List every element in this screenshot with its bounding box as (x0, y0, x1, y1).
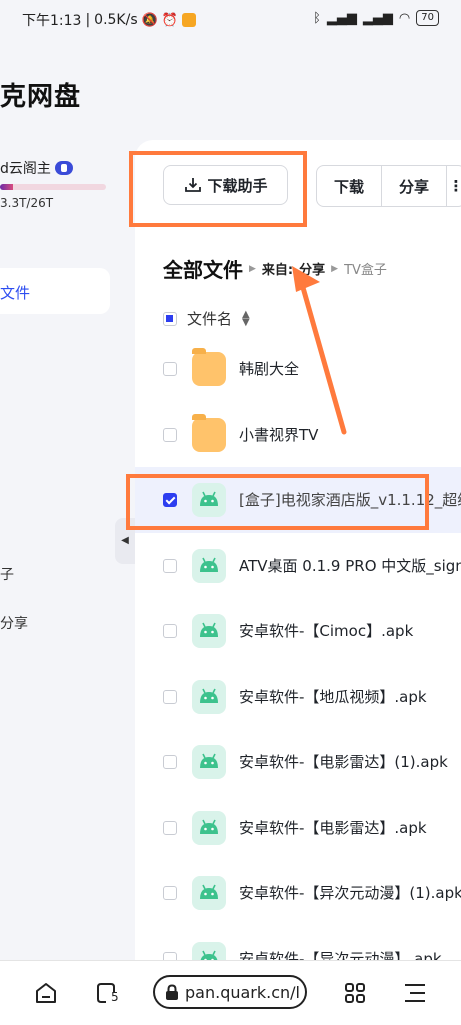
file-row[interactable]: 安卓软件-【Cimoc】.apk (135, 598, 461, 664)
signal-icon-2: ▂▄▆ (362, 10, 393, 26)
annotation-arrow (292, 266, 347, 435)
wifi-icon: ◠ (398, 10, 411, 26)
sidebar-item-label: 文件 (0, 284, 31, 302)
sidebar-item-share[interactable]: 分享 (0, 613, 28, 633)
column-header-name[interactable]: 文件名 (187, 308, 232, 329)
tab-count: 5 (111, 990, 119, 1004)
mute-icon: 🔕 (141, 12, 158, 28)
bluetooth-icon: ᛒ (313, 10, 321, 26)
android-apk-icon (192, 810, 226, 845)
highlight-box (129, 151, 307, 227)
file-row[interactable]: 安卓软件-【电影雷达】(1).apk (135, 729, 461, 795)
android-apk-icon (192, 679, 226, 714)
sidebar-item-files[interactable]: 文件 (0, 268, 110, 314)
android-apk-icon (192, 876, 226, 910)
file-row[interactable]: 安卓软件-【地瓜视频】.apk (135, 664, 461, 730)
android-apk-icon (192, 614, 226, 648)
storage-text: 3.3T/26T (0, 196, 54, 210)
vip-badge-icon (54, 161, 73, 175)
android-apk-icon (192, 745, 226, 779)
row-checkbox[interactable] (163, 362, 177, 376)
app-title: 克网盘 (0, 82, 82, 112)
highlight-box (126, 474, 429, 530)
file-name: 安卓软件-【地瓜视频】.apk (239, 687, 427, 706)
app-notification-icon (182, 13, 197, 27)
signal-icon: ▂▄▆ (326, 10, 357, 26)
file-name: 安卓软件-【电影雷达】.apk (239, 818, 427, 837)
folder-icon (192, 413, 226, 452)
sidebar-item-tv-box[interactable]: 子 (0, 564, 14, 584)
row-checkbox[interactable] (163, 624, 177, 638)
user-name[interactable]: d云阁主 (0, 158, 73, 178)
alarm-icon: ⏰ (161, 12, 179, 28)
file-row[interactable]: 安卓软件-【电影雷达】.apk (135, 795, 461, 861)
row-checkbox[interactable] (163, 427, 177, 442)
file-name: ATV桌面 0.1.9 PRO 中文版_sign (239, 556, 461, 575)
sort-icon[interactable]: ▲ ▼ (242, 309, 250, 327)
row-checkbox[interactable] (163, 689, 177, 704)
browser-bottom-bar: 5 pan.quark.cn/l (0, 960, 461, 1025)
share-button[interactable]: 分享 (382, 166, 447, 206)
android-apk-icon (192, 548, 226, 583)
breadcrumb-root[interactable]: 全部文件 (163, 254, 243, 283)
file-name: 安卓软件-【Cimoc】.apk (239, 622, 414, 640)
more-button[interactable]: ⋮ (447, 166, 461, 206)
file-name: 安卓软件-【电影雷达】(1).apk (239, 753, 448, 771)
network-speed: 0.5K/s (94, 12, 138, 28)
chevron-right-icon: ▶ (249, 263, 256, 274)
status-time: 下午1:13 (22, 13, 82, 29)
file-row[interactable]: ATV桌面 0.1.9 PRO 中文版_sign (135, 533, 461, 599)
lock-icon (166, 984, 178, 1000)
url-text: pan.quark.cn/l (185, 982, 300, 1002)
row-checkbox[interactable] (163, 886, 177, 900)
menu-icon[interactable] (403, 981, 429, 1005)
apps-grid-icon[interactable] (343, 981, 367, 1005)
select-all-checkbox[interactable] (163, 311, 177, 326)
list-header: 文件名 ▲ ▼ (163, 308, 250, 329)
storage-bar (0, 184, 106, 190)
storage-bar-fill (0, 184, 14, 190)
file-row[interactable]: 安卓软件-【异次元动漫】(1).apk (135, 860, 461, 926)
address-bar[interactable]: pan.quark.cn/l (153, 975, 307, 1009)
battery-icon: 70 (416, 10, 439, 26)
row-checkbox[interactable] (163, 820, 177, 835)
download-button[interactable]: 下载 (317, 166, 382, 206)
status-bar: 下午1:13 | 0.5K/s 🔕 ⏰ ᛒ ▂▄▆ ▂▄▆ ◠ 70 (0, 0, 461, 40)
folder-icon (192, 348, 226, 386)
home-icon[interactable] (34, 981, 58, 1005)
tabs-button[interactable]: 5 (94, 981, 119, 1005)
action-button-group: 下载 分享 ⋮ (316, 165, 461, 207)
row-checkbox[interactable] (163, 755, 177, 769)
row-checkbox[interactable] (163, 558, 177, 573)
file-name: 安卓软件-【异次元动漫】(1).apk (239, 884, 461, 902)
